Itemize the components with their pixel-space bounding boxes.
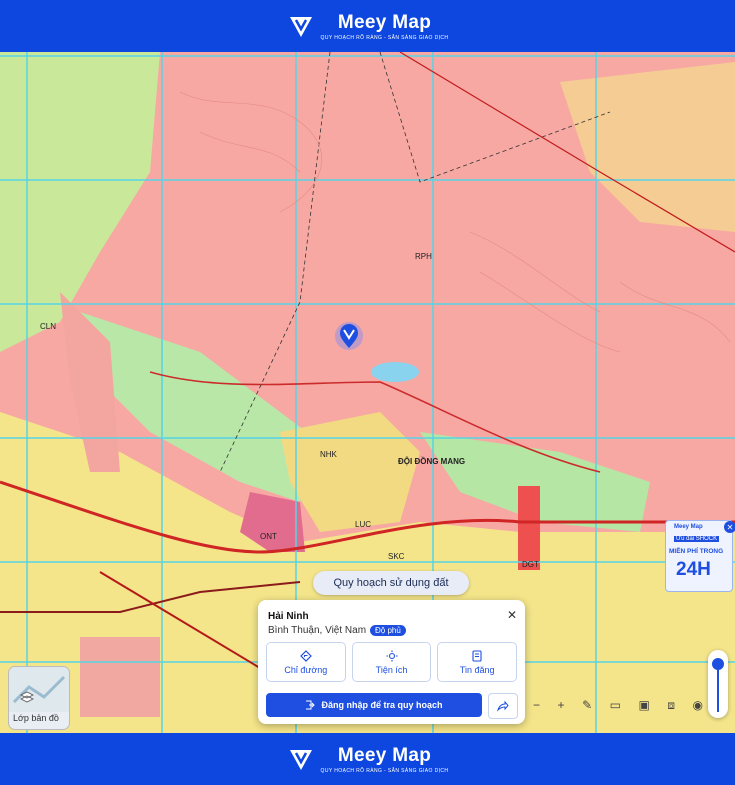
location-subtitle: Bình Thuận, Việt Nam xyxy=(268,625,367,636)
map-place-label: ĐỘI ĐỒNG MANG xyxy=(398,457,466,466)
select-area-button[interactable]: ▣ xyxy=(639,698,650,712)
coverage-badge[interactable]: Độ phủ xyxy=(370,625,406,636)
meey-logo-icon xyxy=(289,750,312,770)
map-layer-label: Lớp bản đồ xyxy=(13,713,59,723)
listings-label: Tin đăng xyxy=(459,664,495,675)
listings-button[interactable]: Tin đăng xyxy=(437,642,518,682)
forest-zone xyxy=(0,52,160,352)
utilities-label: Tiện ích xyxy=(375,664,408,675)
map-zone-label: CLN xyxy=(40,322,57,331)
utilities-icon xyxy=(386,650,397,661)
login-label: Đăng nhập để tra quy hoạch xyxy=(321,700,443,710)
slider-knob[interactable] xyxy=(712,658,724,670)
layers-icon xyxy=(9,667,69,712)
promo-brand: Meey Map xyxy=(674,524,703,530)
lake xyxy=(371,362,419,382)
utilities-button[interactable]: Tiện ích xyxy=(351,642,432,682)
map-zone-label: NHK xyxy=(320,450,337,459)
promo-tag: Ưu đãi SHOCK xyxy=(674,536,720,542)
map-layer-pill[interactable]: Quy hoạch sử dụng đất xyxy=(313,571,469,595)
meey-logo-icon xyxy=(289,17,312,37)
promo-banner[interactable]: Meey Map Ưu đãi SHOCK MIỄN PHÍ TRONG 24H… xyxy=(665,520,735,592)
close-icon[interactable]: ✕ xyxy=(507,608,517,622)
map-zone-label: LUC xyxy=(355,520,372,529)
ruler-button[interactable]: ▭ xyxy=(610,698,621,712)
map-zone-label: RPH xyxy=(415,252,432,261)
close-icon[interactable]: ✕ xyxy=(724,521,735,533)
location-title: Hải Ninh xyxy=(268,611,309,622)
brand-tagline: QUY HOẠCH RÕ RÀNG - SẴN SÀNG GIAO DỊCH xyxy=(320,34,449,41)
location-marker-icon[interactable] xyxy=(335,322,363,350)
listing-icon xyxy=(472,649,482,662)
brand: Meey Map QUY HOẠCH RÕ RÀNG - SẴN SÀNG GI… xyxy=(287,12,449,41)
brand-name: Meey Map xyxy=(337,744,432,766)
bottom-brand-bar: Meey Map QUY HOẠCH RÕ RÀNG - SẴN SÀNG GI… xyxy=(0,733,735,785)
locate-button[interactable]: ◉ xyxy=(693,698,703,712)
slider-track xyxy=(717,664,719,712)
share-icon xyxy=(497,700,509,712)
map-toolbar: − + ✎ ▭ ▣ ⧈ ◉ xyxy=(527,694,709,716)
map-zone-label: ONT xyxy=(260,532,277,541)
brand: Meey Map QUY HOẠCH RÕ RÀNG - SẴN SÀNG GI… xyxy=(287,745,449,774)
login-button[interactable]: Đăng nhập để tra quy hoạch xyxy=(266,693,482,717)
residential-zone xyxy=(80,637,160,717)
promo-big: 24H xyxy=(676,559,711,580)
map-layer-button[interactable]: Lớp bản đồ xyxy=(8,666,70,730)
residential-zone xyxy=(518,486,540,570)
location-info-card: Hải Ninh ✕ Bình Thuận, Việt Nam Độ phủ C… xyxy=(258,600,525,724)
agri-zone xyxy=(560,62,735,232)
zoom-out-button[interactable]: − xyxy=(533,698,540,712)
directions-label: Chỉ đường xyxy=(284,664,328,675)
directions-icon xyxy=(299,649,312,662)
login-icon xyxy=(306,700,316,710)
brand-name: Meey Map xyxy=(337,11,432,33)
map-zone-label: DGT xyxy=(522,560,539,569)
share-button[interactable] xyxy=(488,693,518,719)
map-zone-label: SKC xyxy=(388,552,405,561)
top-brand-bar: Meey Map QUY HOẠCH RÕ RÀNG - SẴN SÀNG GI… xyxy=(0,0,735,52)
compare-button[interactable]: ⧈ xyxy=(667,698,675,713)
directions-button[interactable]: Chỉ đường xyxy=(266,642,346,682)
draw-button[interactable]: ✎ xyxy=(582,698,592,712)
brand-tagline: QUY HOẠCH RÕ RÀNG - SẴN SÀNG GIAO DỊCH xyxy=(320,767,449,774)
opacity-slider[interactable] xyxy=(708,650,728,718)
zoom-in-button[interactable]: + xyxy=(558,698,565,712)
promo-headline: MIỄN PHÍ TRONG xyxy=(669,548,724,555)
